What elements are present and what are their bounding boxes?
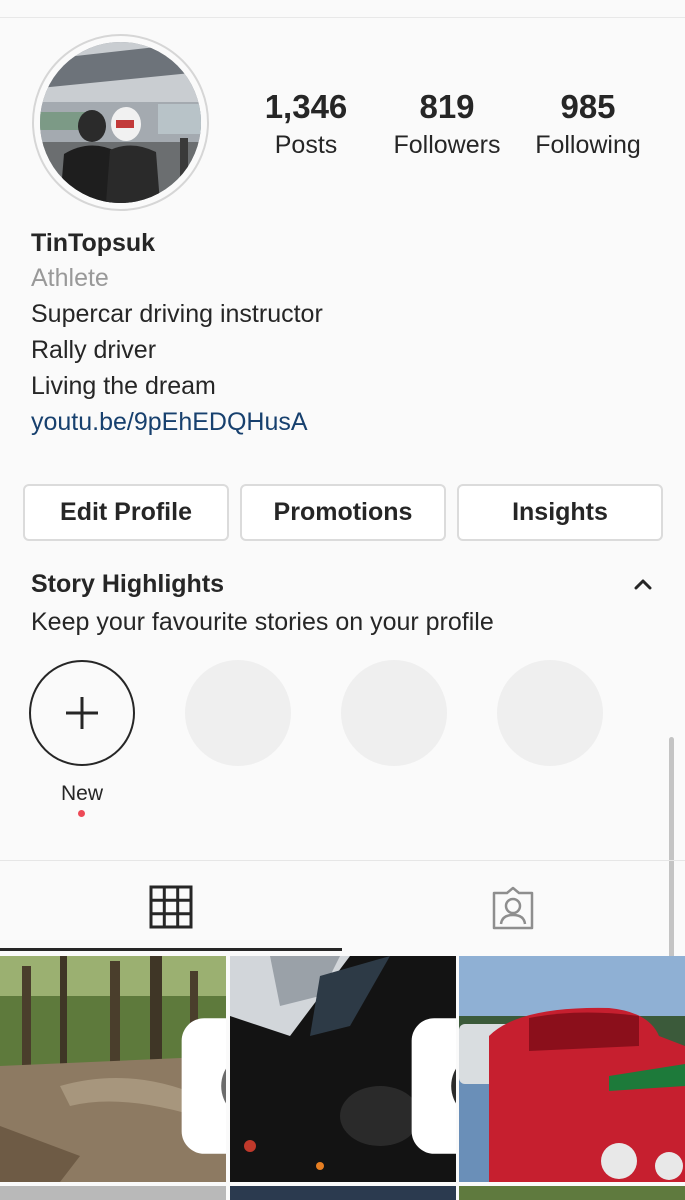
- story-highlights-subtitle: Keep your favourite stories on your prof…: [31, 608, 494, 636]
- post-thumbnail[interactable]: [459, 956, 685, 1182]
- highlight-placeholder: [497, 660, 603, 766]
- insights-button[interactable]: Insights: [457, 484, 663, 541]
- stat-following[interactable]: 985 Following: [524, 88, 652, 162]
- stat-posts[interactable]: 1,346 Posts: [246, 88, 366, 162]
- story-highlights-title: Story Highlights: [31, 570, 225, 598]
- post-thumbnail[interactable]: [0, 956, 226, 1182]
- chevron-up-icon[interactable]: [628, 570, 658, 598]
- post-thumbnail[interactable]: [230, 1186, 456, 1200]
- plus-icon: [66, 697, 98, 729]
- bio-line: Living the dream: [31, 372, 216, 400]
- posts-grid: [0, 956, 685, 1200]
- video-camera-icon: [411, 1018, 456, 1154]
- posts-count: 1,346: [264, 88, 348, 125]
- new-highlight-button[interactable]: [29, 660, 135, 766]
- video-camera-icon: [181, 1018, 226, 1154]
- followers-label: Followers: [393, 131, 501, 159]
- posts-label: Posts: [274, 131, 338, 159]
- post-thumbnail[interactable]: [0, 1186, 226, 1200]
- followers-count: 819: [419, 88, 475, 125]
- notification-dot: [78, 810, 85, 817]
- stat-followers[interactable]: 819 Followers: [382, 88, 512, 162]
- profile-link[interactable]: youtu.be/9pEhEDQHusA: [31, 404, 651, 440]
- grid-icon: [149, 885, 193, 929]
- highlight-placeholder: [341, 660, 447, 766]
- new-highlight-label: New: [60, 782, 103, 805]
- post-thumbnail[interactable]: [459, 1186, 685, 1200]
- profile-category: Athlete: [31, 264, 109, 292]
- following-label: Following: [535, 131, 641, 159]
- profile-username: TinTopsuk: [31, 229, 156, 257]
- edit-profile-button[interactable]: Edit Profile: [23, 484, 229, 541]
- profile-avatar[interactable]: [32, 34, 209, 211]
- tab-grid[interactable]: [0, 861, 342, 952]
- top-divider: [0, 17, 685, 18]
- following-count: 985: [560, 88, 616, 125]
- avatar-image: [40, 42, 201, 203]
- profile-bio: TinTopsuk Athlete Supercar driving instr…: [31, 226, 651, 440]
- tagged-person-icon: [492, 886, 534, 930]
- post-thumbnail[interactable]: [230, 956, 456, 1182]
- active-tab-indicator: [0, 948, 342, 951]
- bio-line: Rally driver: [31, 336, 157, 364]
- promotions-button[interactable]: Promotions: [240, 484, 446, 541]
- highlight-placeholder: [185, 660, 291, 766]
- bio-line: Supercar driving instructor: [31, 300, 323, 328]
- tab-tagged[interactable]: [343, 861, 685, 952]
